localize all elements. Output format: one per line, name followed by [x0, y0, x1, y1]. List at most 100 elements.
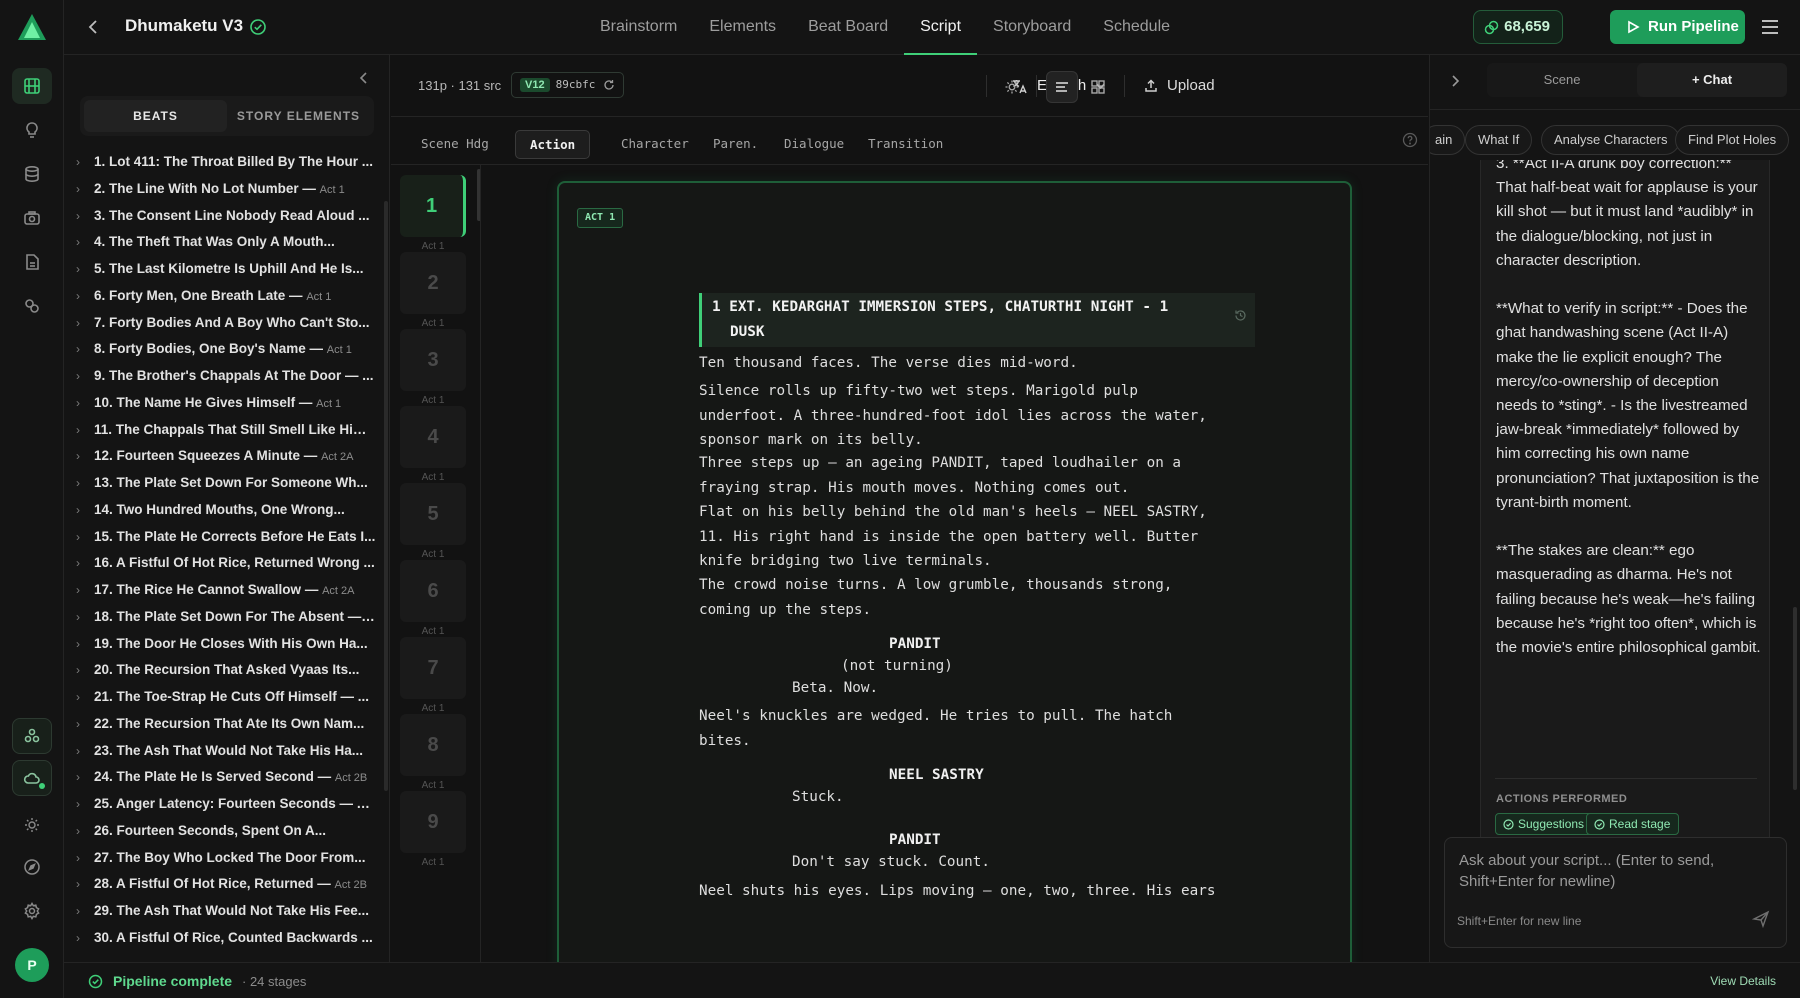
element-character[interactable]: Character: [607, 130, 703, 159]
run-pipeline-button[interactable]: Run Pipeline: [1610, 10, 1745, 44]
element-dialogue[interactable]: Dialogue: [770, 130, 858, 159]
beat-item[interactable]: › 22. The Recursion That Ate Its Own Nam.…: [74, 711, 376, 738]
action-line[interactable]: Neel shuts his eyes. Lips moving — one, …: [699, 879, 1259, 904]
beat-item[interactable]: › 12. Fourteen Squeezes A Minute — Act 2A: [74, 443, 376, 470]
beat-item[interactable]: › 17. The Rice He Cannot Swallow — Act 2A: [74, 577, 376, 604]
prompt-chip[interactable]: ain: [1430, 125, 1466, 155]
page-thumb[interactable]: 3: [400, 329, 466, 391]
beat-item[interactable]: › 25. Anger Latency: Fourteen Seconds — A…: [74, 791, 376, 818]
beat-item[interactable]: › 28. A Fistful Of Hot Rice, Returned — A…: [74, 871, 376, 898]
tab-scene[interactable]: Scene: [1487, 63, 1637, 97]
beat-item[interactable]: › 16. A Fistful Of Hot Rice, Returned Wro…: [74, 550, 376, 577]
network-icon[interactable]: [12, 718, 52, 754]
camera-icon[interactable]: [12, 200, 52, 236]
tab-brainstorm[interactable]: Brainstorm: [584, 0, 693, 55]
page-thumb[interactable]: 8: [400, 714, 466, 776]
beat-item[interactable]: › 1. Lot 411: The Throat Billed By The Ho…: [74, 149, 376, 176]
lightbulb-icon[interactable]: [12, 112, 52, 148]
upload-button[interactable]: Upload: [1143, 75, 1215, 97]
tab-storyboard[interactable]: Storyboard: [977, 0, 1087, 55]
beat-item[interactable]: › 27. The Boy Who Locked The Door From...: [74, 845, 376, 872]
page-thumb[interactable]: 1: [400, 175, 466, 237]
beat-item[interactable]: › 13. The Plate Set Down For Someone Wh..…: [74, 470, 376, 497]
beat-item[interactable]: › 29. The Ash That Would Not Take His Fee…: [74, 898, 376, 925]
history-icon[interactable]: [1234, 309, 1247, 322]
beat-item[interactable]: › 6. Forty Men, One Breath Late — Act 1: [74, 283, 376, 310]
element-scene-heading[interactable]: Scene Hdg: [407, 130, 503, 159]
cloud-icon[interactable]: [12, 760, 52, 796]
beat-item[interactable]: › 23. The Ash That Would Not Take His Ha.…: [74, 738, 376, 765]
chat-input[interactable]: [1459, 850, 1759, 896]
action-block[interactable]: Flat on his belly behind the old man's h…: [699, 500, 1259, 574]
token-balance[interactable]: 68,659: [1473, 10, 1563, 44]
dialogue[interactable]: Stuck.: [792, 785, 844, 810]
page-thumb[interactable]: 9: [400, 791, 466, 853]
view-details-link[interactable]: View Details: [1710, 974, 1776, 988]
beat-item[interactable]: › 9. The Brother's Chappals At The Door —…: [74, 363, 376, 390]
app-logo-icon[interactable]: [16, 12, 48, 42]
beat-item[interactable]: › 18. The Plate Set Down For The Absent —…: [74, 604, 376, 631]
action-badge-suggestions[interactable]: Suggestions: [1495, 813, 1594, 835]
gear-icon[interactable]: [12, 893, 52, 929]
sun-icon[interactable]: [12, 807, 52, 843]
send-icon[interactable]: [1752, 910, 1770, 928]
beat-item[interactable]: ›31. The Field That Answered Him — Act 2…: [74, 952, 376, 956]
tab-chat[interactable]: + Chat: [1637, 63, 1787, 97]
tab-script[interactable]: Script: [904, 0, 977, 55]
help-icon[interactable]: [1402, 132, 1418, 148]
action-block[interactable]: Silence rolls up fifty-two wet steps. Ma…: [699, 379, 1259, 453]
version-badge[interactable]: V12 89cbfc: [511, 72, 625, 98]
list-view-icon[interactable]: [1046, 71, 1078, 103]
dialogue[interactable]: Don't say stuck. Count.: [792, 850, 990, 875]
parenthetical[interactable]: (not turning): [841, 654, 953, 679]
beat-item[interactable]: › 21. The Toe-Strap He Cuts Off Himself —…: [74, 684, 376, 711]
character-cue[interactable]: PANDIT: [889, 828, 941, 853]
beat-item[interactable]: › 24. The Plate He Is Served Second — Act…: [74, 764, 376, 791]
page-thumb[interactable]: 6: [400, 560, 466, 622]
script-icon[interactable]: [12, 68, 52, 104]
character-cue[interactable]: PANDIT: [889, 632, 941, 657]
refresh-icon[interactable]: [603, 79, 615, 91]
element-action[interactable]: Action: [515, 130, 591, 159]
page-thumb[interactable]: 7: [400, 637, 466, 699]
tab-story-elements[interactable]: STORY ELEMENTS: [227, 100, 370, 132]
beat-item[interactable]: › 5. The Last Kilometre Is Uphill And He …: [74, 256, 376, 283]
action-block[interactable]: Three steps up — an ageing PANDIT, taped…: [699, 451, 1259, 500]
beat-item[interactable]: › 8. Forty Bodies, One Boy's Name — Act 1: [74, 336, 376, 363]
beat-item[interactable]: › 4. The Theft That Was Only A Mouth...: [74, 229, 376, 256]
scene-heading[interactable]: 1 EXT. KEDARGHAT IMMERSION STEPS, CHATUR…: [699, 293, 1255, 347]
action-block[interactable]: The crowd noise turns. A low grumble, th…: [699, 573, 1259, 622]
beat-item[interactable]: › 20. The Recursion That Asked Vyaas Its.…: [74, 657, 376, 684]
element-transition[interactable]: Transition: [854, 130, 957, 159]
beat-item[interactable]: › 19. The Door He Closes With His Own Ha.…: [74, 631, 376, 658]
back-chevron-icon[interactable]: [84, 17, 104, 37]
link-icon[interactable]: [12, 288, 52, 324]
tab-schedule[interactable]: Schedule: [1087, 0, 1186, 55]
action-block[interactable]: Neel's knuckles are wedged. He tries to …: [699, 704, 1259, 753]
beat-item[interactable]: › 14. Two Hundred Mouths, One Wrong...: [74, 497, 376, 524]
action-badge-read-stage[interactable]: Read stage: [1586, 813, 1680, 835]
prompt-what-if[interactable]: What If: [1465, 125, 1533, 155]
action-line[interactable]: Ten thousand faces. The verse dies mid-w…: [699, 351, 1259, 376]
beat-item[interactable]: › 2. The Line With No Lot Number — Act 1: [74, 176, 376, 203]
beat-item[interactable]: › 15. The Plate He Corrects Before He Eat…: [74, 524, 376, 551]
beat-item[interactable]: › 10. The Name He Gives Himself — Act 1: [74, 390, 376, 417]
character-cue[interactable]: NEEL SASTRY: [889, 763, 984, 788]
beat-item[interactable]: › 26. Fourteen Seconds, Spent On A...: [74, 818, 376, 845]
page-thumb[interactable]: 2: [400, 252, 466, 314]
grid-view-icon[interactable]: [1082, 71, 1114, 103]
database-icon[interactable]: [12, 156, 52, 192]
chat-scrollbar[interactable]: [1793, 607, 1797, 790]
beat-item[interactable]: › 3. The Consent Line Nobody Read Aloud .…: [74, 203, 376, 230]
element-parenthetical[interactable]: Paren.: [699, 130, 772, 159]
beat-item[interactable]: › 30. A Fistful Of Rice, Counted Backward…: [74, 925, 376, 952]
tab-elements[interactable]: Elements: [693, 0, 792, 55]
prompt-find-plot-holes[interactable]: Find Plot Holes: [1675, 125, 1790, 155]
expand-panel-icon[interactable]: [1448, 74, 1462, 88]
brightness-icon[interactable]: [996, 71, 1028, 103]
page-thumb[interactable]: 5: [400, 483, 466, 545]
avatar[interactable]: P: [15, 948, 49, 982]
beat-item[interactable]: › 7. Forty Bodies And A Boy Who Can't Sto…: [74, 310, 376, 337]
compass-icon[interactable]: [12, 849, 52, 885]
tab-beats[interactable]: BEATS: [84, 100, 227, 132]
